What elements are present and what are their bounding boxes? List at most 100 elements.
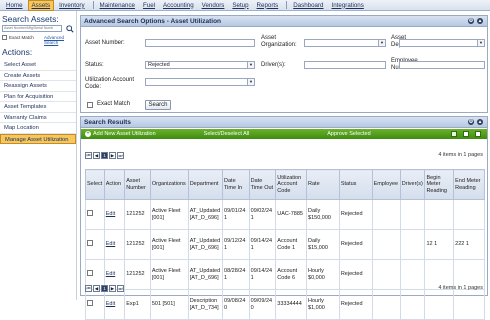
action-asset-templates[interactable]: Asset Templates xyxy=(0,102,76,113)
asset-organization-select[interactable]: ▼ xyxy=(304,39,386,47)
table-cell: 09/02/24 1 xyxy=(248,199,277,230)
column-header[interactable]: Action xyxy=(103,169,126,200)
column-header[interactable]: End Meter Reading xyxy=(453,169,485,200)
asset-organization-label: Asset Organization: xyxy=(261,35,297,48)
table-cell xyxy=(371,289,401,320)
nav-assets[interactable]: Assets xyxy=(27,0,55,11)
sidebar: Search Assets: Asset Number/Mfg/Serial N… xyxy=(0,11,77,300)
last-page-icon[interactable]: ⏭ xyxy=(117,284,124,292)
actions-title: Actions: xyxy=(2,47,33,57)
table-row: Edit 121252 Active Fleet [001] AT_Updated [… xyxy=(85,199,485,230)
nav-dashboard[interactable]: Dashboard xyxy=(290,1,326,10)
action-reassign-assets[interactable]: Reassign Assets xyxy=(0,81,76,92)
action-manage-utilization[interactable]: Manage Asset Utilization xyxy=(0,133,76,144)
collapse-icon[interactable]: ▴ xyxy=(477,119,483,125)
status-select[interactable]: Rejected ▼ xyxy=(145,61,255,69)
collapse-icon[interactable]: ▴ xyxy=(477,18,483,24)
column-header[interactable]: Date Time In xyxy=(222,169,250,200)
asset-search-input[interactable]: Asset Number/Mfg/Serial Numb xyxy=(2,25,62,32)
search-icon[interactable] xyxy=(66,25,74,33)
add-new-utilization-link[interactable]: Add New Asset Utilization xyxy=(93,131,156,137)
chevron-down-icon: ▼ xyxy=(477,40,484,46)
results-panel-header: Search Results ⚙ ▴ xyxy=(81,117,487,128)
column-header[interactable]: Status xyxy=(338,169,373,200)
exact-match-checkbox[interactable] xyxy=(87,102,93,108)
table-cell: 09/08/24 0 xyxy=(222,289,250,320)
status-value: Rejected xyxy=(148,62,170,68)
action-create-assets[interactable]: Create Assets xyxy=(0,71,76,81)
column-header[interactable]: Asset Number xyxy=(124,169,151,200)
table-cell: AT_Updated [AT_D_696] xyxy=(187,199,224,230)
checkbox[interactable] xyxy=(2,35,7,40)
column-header[interactable]: Rate xyxy=(306,169,340,200)
advanced-search-link[interactable]: Advanced Search xyxy=(44,35,76,45)
print-icon[interactable] xyxy=(463,131,469,137)
utilization-code-select[interactable]: ▼ xyxy=(145,78,255,86)
asset-number-input[interactable] xyxy=(145,39,255,47)
page-number[interactable]: 1 xyxy=(101,151,108,159)
action-map-location[interactable]: Map Location xyxy=(0,123,76,134)
last-page-icon[interactable]: ⏭ xyxy=(117,151,124,159)
nav-inventory[interactable]: Inventory xyxy=(56,1,87,10)
table-cell: Rejected xyxy=(338,289,373,320)
approve-selected[interactable]: Approve Selected xyxy=(327,131,370,137)
table-cell: AT_Updated [AT_D_696] xyxy=(187,229,224,260)
page-number[interactable]: 1 xyxy=(101,284,108,292)
status-label: Status: xyxy=(85,62,104,68)
table-cell xyxy=(399,199,426,230)
nav-divider xyxy=(286,1,288,9)
edit-link[interactable]: Edit xyxy=(103,199,126,230)
table-cell xyxy=(453,289,485,320)
edit-link[interactable]: Edit xyxy=(103,229,126,260)
column-header[interactable]: Begin Meter Reading xyxy=(424,169,455,200)
prev-page-icon[interactable]: ◀ xyxy=(93,151,100,159)
nav-maintenance[interactable]: Maintenance xyxy=(97,1,138,10)
exact-match-label: Exact Match xyxy=(97,101,131,107)
table-cell xyxy=(424,289,455,320)
next-page-icon[interactable]: ▶ xyxy=(109,284,116,292)
next-page-icon[interactable]: ▶ xyxy=(109,151,116,159)
export-excel-icon[interactable] xyxy=(451,131,457,137)
first-page-icon[interactable]: ⏮ xyxy=(85,284,92,292)
row-select-checkbox[interactable] xyxy=(85,229,105,260)
nav-integrations[interactable]: Integrations xyxy=(329,1,367,10)
nav-vendors[interactable]: Vendors xyxy=(199,1,228,10)
edit-link[interactable]: Edit xyxy=(103,289,126,320)
chevron-down-icon: ▼ xyxy=(378,40,385,46)
nav-reports[interactable]: Reports xyxy=(254,1,282,10)
nav-accounting[interactable]: Accounting xyxy=(160,1,197,10)
table-cell: 09/09/24 0 xyxy=(248,289,277,320)
nav-setup[interactable]: Setup xyxy=(229,1,251,10)
action-plan-acquisition[interactable]: Plan for Acquisition xyxy=(0,92,76,102)
asset-department-select[interactable]: ▼ xyxy=(399,39,485,47)
prev-page-icon[interactable]: ◀ xyxy=(93,284,100,292)
panel-title: Search Results xyxy=(84,118,131,126)
settings-icon[interactable]: ⚙ xyxy=(468,18,474,24)
items-info: 4 items in 1 pages xyxy=(438,152,483,158)
column-header[interactable]: Select xyxy=(85,169,105,200)
search-button[interactable]: Search xyxy=(145,100,171,110)
drivers-input[interactable] xyxy=(304,61,386,69)
add-icon[interactable]: + xyxy=(85,131,91,137)
column-header[interactable]: Employee xyxy=(371,169,401,200)
columns-icon[interactable] xyxy=(475,131,481,137)
table-cell: Daily $15,000 xyxy=(306,229,340,260)
row-select-checkbox[interactable] xyxy=(85,199,105,230)
column-header[interactable]: Department xyxy=(187,169,224,200)
pager-bottom: ⏮ ◀ 1 ▶ ⏭ 4 items in 1 pages xyxy=(85,283,485,293)
exact-match-checkbox[interactable]: Exact Match xyxy=(2,35,34,40)
column-header[interactable]: Organizations xyxy=(149,169,189,200)
nav-home[interactable]: Home xyxy=(3,1,26,10)
action-select-asset[interactable]: Select Asset xyxy=(0,60,76,71)
action-warranty-claims[interactable]: Warranty Claims xyxy=(0,113,76,123)
top-nav: Home Assets Inventory Maintenance Fuel A… xyxy=(0,0,490,11)
settings-icon[interactable]: ⚙ xyxy=(468,119,474,125)
first-page-icon[interactable]: ⏮ xyxy=(85,151,92,159)
employee-number-input[interactable] xyxy=(399,61,485,69)
column-header[interactable]: Utilization Account Code xyxy=(275,169,308,200)
row-select-checkbox[interactable] xyxy=(85,289,105,320)
column-header[interactable]: Date Time Out xyxy=(248,169,277,200)
column-header[interactable]: Driver(s) xyxy=(399,169,426,200)
select-deselect-all[interactable]: Select/Deselect All xyxy=(204,131,250,137)
nav-fuel[interactable]: Fuel xyxy=(140,1,158,10)
